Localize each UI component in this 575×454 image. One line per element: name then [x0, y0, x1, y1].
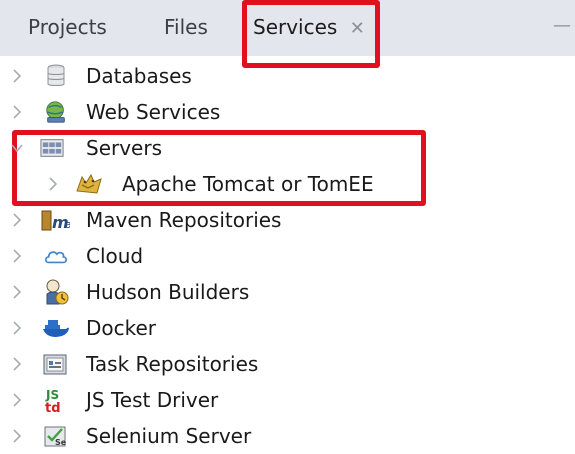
minimize-icon[interactable]: — [553, 14, 571, 38]
chevron-right-icon[interactable] [10, 429, 24, 443]
svg-text:JS: JS [45, 388, 59, 402]
tree-item-label: Apache Tomcat or TomEE [122, 172, 374, 196]
docker-icon [42, 316, 70, 340]
web-services-icon [44, 100, 68, 124]
svg-text:a: a [65, 218, 70, 231]
tab-projects-label: Projects [28, 15, 107, 39]
selenium-icon: Se [42, 424, 70, 448]
chevron-right-icon[interactable] [10, 321, 24, 335]
chevron-right-icon[interactable] [10, 393, 24, 407]
tree-item-hudson-builders[interactable]: Hudson Builders [0, 274, 575, 310]
tree-item-label: Docker [86, 316, 157, 340]
chevron-right-icon[interactable] [10, 69, 24, 83]
tree-item-label: Selenium Server [86, 424, 252, 448]
tree-item-label: Cloud [86, 244, 144, 268]
chevron-right-icon[interactable] [46, 177, 60, 191]
cloud-icon [44, 244, 68, 268]
tree-item-docker[interactable]: Docker [0, 310, 575, 346]
svg-text:Se: Se [55, 438, 67, 447]
tree-item-selenium-server[interactable]: Se Selenium Server [0, 418, 575, 454]
tree-item-apache-tomcat[interactable]: Apache Tomcat or TomEE [0, 166, 575, 202]
tab-projects[interactable]: Projects [28, 12, 107, 42]
tree-item-maven-repositories[interactable]: m a Maven Repositories [0, 202, 575, 238]
tree-item-servers[interactable]: Servers [0, 130, 575, 166]
chevron-down-icon[interactable] [10, 141, 24, 155]
servers-icon [40, 136, 64, 160]
chevron-right-icon[interactable] [10, 105, 24, 119]
tree-item-label: Maven Repositories [86, 208, 282, 232]
task-repositories-icon [42, 352, 70, 376]
tree-item-web-services[interactable]: Web Services [0, 94, 575, 130]
tree-item-label: Task Repositories [86, 352, 259, 376]
chevron-right-icon[interactable] [10, 249, 24, 263]
tab-files-label: Files [164, 15, 208, 39]
tree-item-label: Servers [86, 136, 163, 160]
tab-files[interactable]: Files [164, 12, 208, 42]
chevron-right-icon[interactable] [10, 357, 24, 371]
tree-item-cloud[interactable]: Cloud [0, 238, 575, 274]
tree-item-label: Hudson Builders [86, 280, 250, 304]
tree-item-databases[interactable]: Databases [0, 58, 575, 94]
tomcat-icon [74, 172, 104, 196]
tree-item-js-test-driver[interactable]: JS td JS Test Driver [0, 382, 575, 418]
database-icon [44, 64, 68, 88]
svg-text:td: td [45, 401, 61, 414]
maven-icon: m a [40, 208, 70, 232]
tree-item-label: Web Services [86, 100, 221, 124]
js-test-driver-icon: JS td [42, 386, 70, 414]
chevron-right-icon[interactable] [10, 285, 24, 299]
chevron-right-icon[interactable] [10, 213, 24, 227]
hudson-icon [42, 278, 70, 306]
tree-item-label: Databases [86, 64, 192, 88]
tree-item-task-repositories[interactable]: Task Repositories [0, 346, 575, 382]
tree-item-label: JS Test Driver [86, 388, 219, 412]
